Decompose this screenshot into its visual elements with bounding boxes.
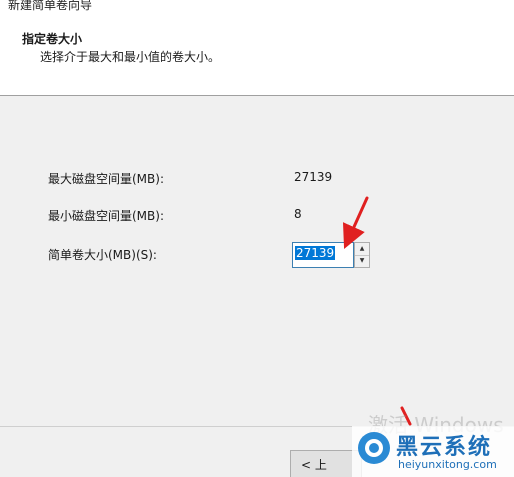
watermark-url: heiyunxitong.com	[398, 458, 497, 471]
cloud-logo-icon	[358, 432, 390, 464]
arrow-to-size-field	[342, 196, 369, 249]
site-watermark: 黑云系统 heiyunxitong.com	[352, 426, 514, 477]
watermark-name: 黑云系统	[396, 435, 493, 460]
red-arrow-annotation	[342, 196, 412, 426]
new-simple-volume-wizard: 新建简单卷向导 指定卷大小 选择介于最大和最小值的卷大小。 最大磁盘空间量(MB…	[0, 0, 514, 477]
